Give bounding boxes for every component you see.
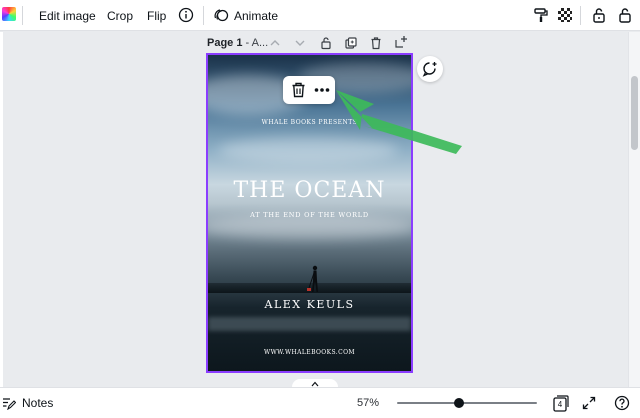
cover-subtitle: AT THE END OF THE WORLD: [250, 211, 369, 219]
help-icon[interactable]: [614, 395, 630, 411]
add-page-icon[interactable]: [394, 35, 408, 49]
page-title[interactable]: Page 1 - A...: [207, 37, 268, 49]
page-count-button[interactable]: 4: [553, 395, 569, 412]
animate-icon[interactable]: [213, 7, 229, 23]
more-icon[interactable]: [314, 85, 330, 95]
vertical-scrollbar[interactable]: [628, 32, 640, 387]
trash-icon[interactable]: [291, 82, 306, 98]
chevron-down-icon[interactable]: [293, 36, 307, 50]
toolbar-divider: [22, 6, 23, 25]
delete-page-icon[interactable]: [369, 36, 383, 50]
lock-icon[interactable]: [617, 7, 633, 23]
chevron-up-icon[interactable]: [268, 36, 282, 50]
edit-image-button[interactable]: Edit image: [39, 0, 96, 31]
toolbar-divider: [203, 6, 204, 25]
zoom-percentage[interactable]: 57%: [357, 388, 379, 418]
left-panel-edge: [0, 32, 3, 387]
cover-author: ALEX KEULS: [264, 298, 355, 311]
animate-button[interactable]: Animate: [234, 0, 278, 31]
transparency-icon[interactable]: [558, 8, 572, 22]
crop-button[interactable]: Crop: [107, 0, 133, 31]
color-picker-swatch[interactable]: [2, 7, 16, 21]
unlock-icon[interactable]: [591, 7, 607, 23]
info-icon[interactable]: [178, 7, 194, 23]
wave-foam: [208, 317, 411, 331]
comment-add-icon: [422, 62, 437, 77]
duplicate-page-icon[interactable]: [344, 36, 358, 50]
lock-page-icon[interactable]: [319, 36, 333, 50]
page-count: 4: [557, 400, 563, 409]
toolbar-divider: [580, 6, 581, 25]
top-toolbar: Edit image Crop Flip Animate: [0, 0, 640, 31]
cover-title: THE OCEAN: [233, 178, 386, 203]
zoom-slider-thumb[interactable]: [454, 398, 464, 408]
notes-button[interactable]: Notes: [22, 388, 53, 418]
cover-website: WWW.WHALEBOOKS.COM: [264, 349, 355, 356]
page-title-text: - A...: [242, 37, 269, 49]
add-comment-button[interactable]: [417, 56, 443, 82]
notes-icon[interactable]: [2, 396, 16, 410]
scroll-thumb[interactable]: [631, 76, 638, 150]
paint-roller-icon[interactable]: [533, 7, 549, 23]
fullscreen-icon[interactable]: [582, 396, 596, 410]
page-label: Page 1: [207, 37, 243, 49]
green-arrow-annotation: [336, 90, 462, 154]
flip-button[interactable]: Flip: [147, 0, 166, 31]
bottom-bar: Notes 57% 4: [0, 387, 640, 418]
person-silhouette: [307, 265, 318, 292]
page-header: Page 1 - A...: [207, 34, 268, 52]
zoom-slider-track[interactable]: [397, 402, 537, 404]
element-context-menu: [283, 76, 335, 104]
